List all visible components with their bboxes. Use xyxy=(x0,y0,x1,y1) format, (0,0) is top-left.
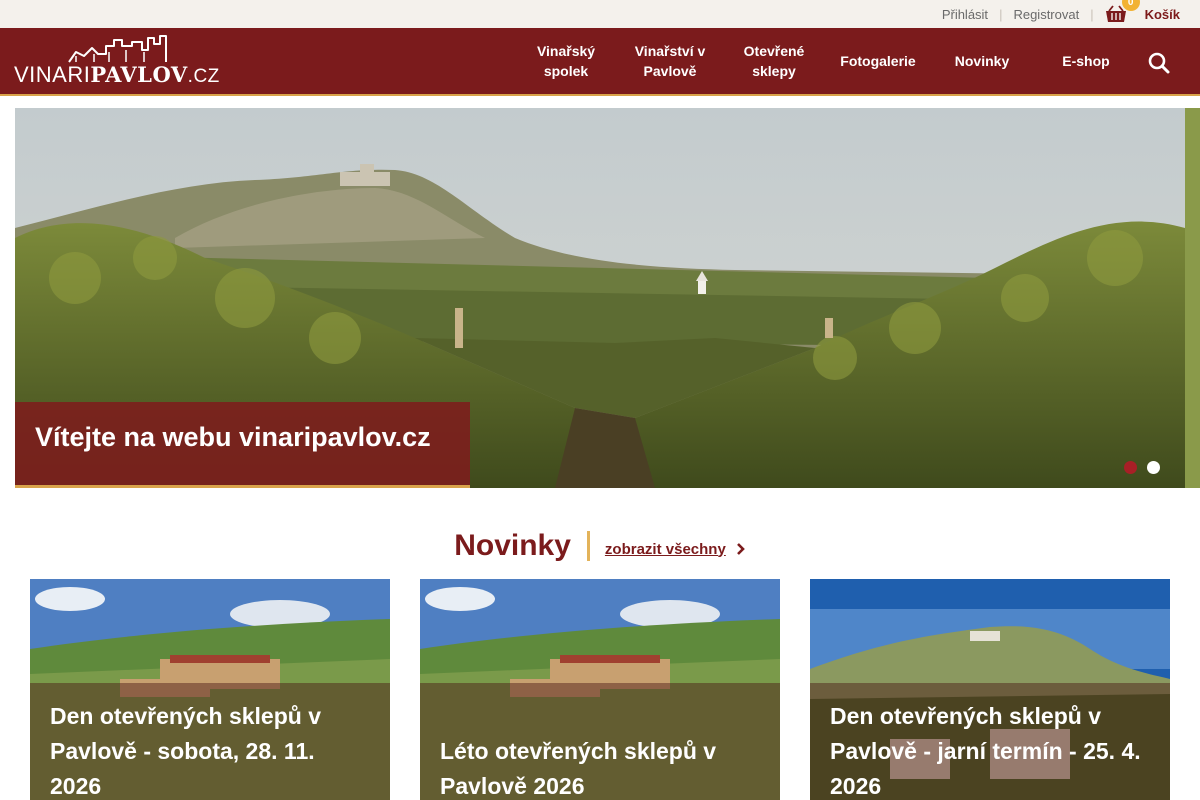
logo-wordmark: VINARIPAVLOV.CZ xyxy=(14,62,220,87)
heading-divider xyxy=(586,531,590,561)
main-nav: Vinařský spolek Vinařství v Pavlově Otev… xyxy=(514,28,1138,96)
main-header: VINARIPAVLOV.CZ Vinařský spolek Vinařstv… xyxy=(0,28,1200,96)
hero-caption: Vítejte na webu vinaripavlov.cz xyxy=(15,402,470,488)
site-logo[interactable]: VINARIPAVLOV.CZ xyxy=(14,34,229,90)
news-section-header: Novinky zobrazit všechny xyxy=(0,524,1200,568)
divider: | xyxy=(999,6,1003,22)
news-card[interactable]: Léto otevřených sklepů v Pavlově 2026 xyxy=(420,579,780,800)
slider-dot-2[interactable] xyxy=(1147,461,1160,474)
news-card-title[interactable]: Léto otevřených sklepů v Pavlově 2026 xyxy=(440,734,760,800)
show-all-news-link[interactable]: zobrazit všechny xyxy=(605,541,726,558)
basket-icon: 0 xyxy=(1105,0,1140,23)
register-link[interactable]: Registrovat xyxy=(1013,7,1079,22)
news-card[interactable]: Den otevřených sklepů v Pavlově - jarní … xyxy=(810,579,1170,800)
account-links: Přihlásit | Registrovat | 0 Košík xyxy=(942,0,1180,28)
hero-slider: Vítejte na webu vinaripavlov.cz xyxy=(15,108,1185,488)
castle-outline-icon xyxy=(68,35,167,63)
cart-label: Košík xyxy=(1144,6,1180,22)
nav-item-otevrene-sklepy[interactable]: Otevřené sklepy xyxy=(722,28,826,96)
news-card-title[interactable]: Den otevřených sklepů v Pavlově - sobota… xyxy=(50,699,370,800)
top-utility-bar: Přihlásit | Registrovat | 0 Košík xyxy=(0,0,1200,28)
search-button[interactable] xyxy=(1146,50,1172,76)
hero-title: Vítejte na webu vinaripavlov.cz xyxy=(35,422,431,452)
search-icon xyxy=(1148,52,1170,74)
nav-item-fotogalerie[interactable]: Fotogalerie xyxy=(826,28,930,96)
nav-item-eshop[interactable]: E-shop xyxy=(1034,28,1138,96)
nav-item-vinarsky-spolek[interactable]: Vinařský spolek xyxy=(514,28,618,96)
slider-pagination xyxy=(1124,461,1160,474)
nav-item-vinarstvi[interactable]: Vinařství v Pavlově xyxy=(618,28,722,96)
news-card-title[interactable]: Den otevřených sklepů v Pavlově - jarní … xyxy=(830,699,1150,800)
slider-dot-1[interactable] xyxy=(1124,461,1137,474)
divider: | xyxy=(1090,6,1094,22)
next-slide-peek xyxy=(1185,108,1200,488)
chevron-right-icon xyxy=(736,543,745,555)
login-link[interactable]: Přihlásit xyxy=(942,7,988,22)
news-heading: Novinky xyxy=(454,529,571,562)
nav-item-novinky[interactable]: Novinky xyxy=(930,28,1034,96)
news-card[interactable]: Den otevřených sklepů v Pavlově - sobota… xyxy=(30,579,390,800)
cart-link[interactable]: 0 Košík xyxy=(1105,0,1180,23)
